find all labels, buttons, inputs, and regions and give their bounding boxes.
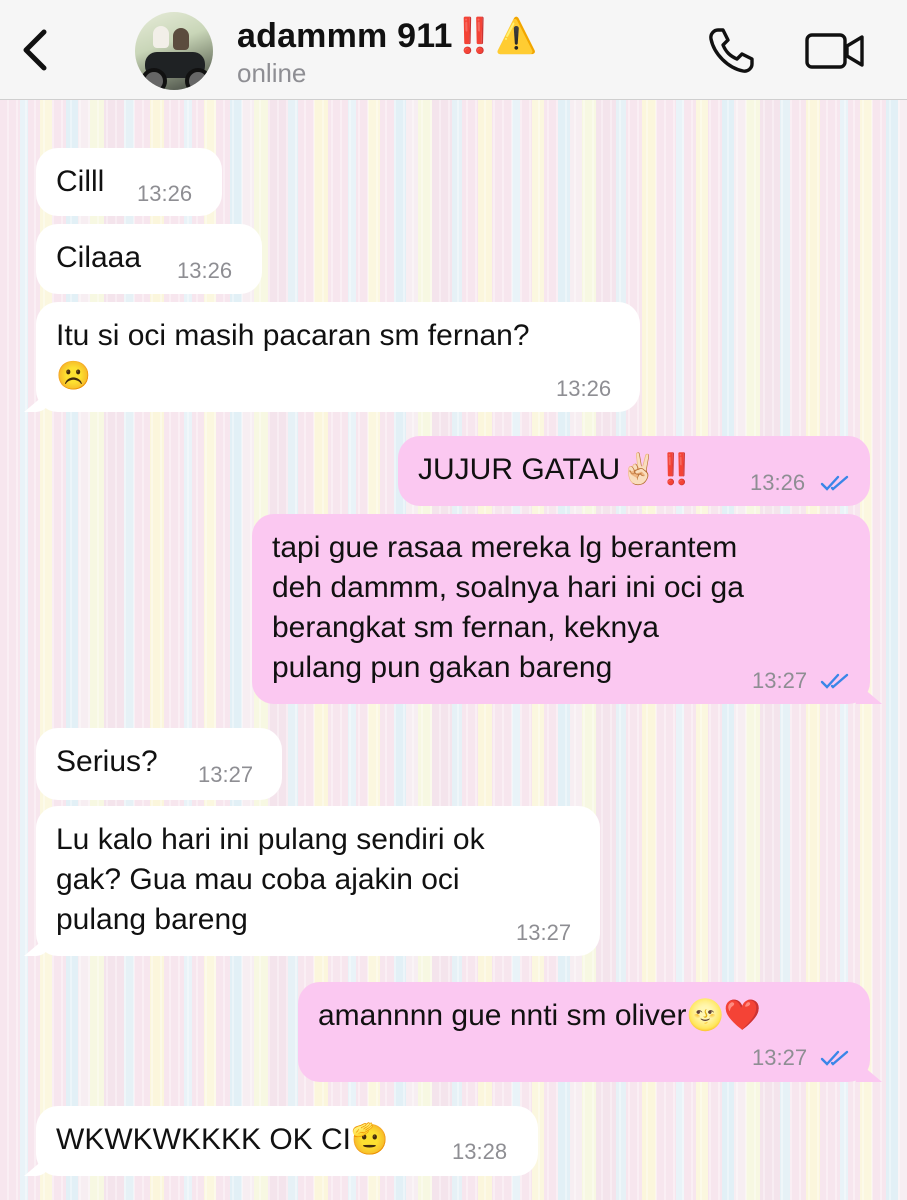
message-text: WKWKWKKKK OK CI🫡 (56, 1123, 389, 1156)
video-camera-icon[interactable] (804, 30, 866, 72)
message-time: 13:27 (516, 920, 572, 945)
message-text: Cilaaa (56, 241, 142, 274)
contact-status: online (237, 58, 307, 88)
message-text-line: berangkat sm fernan, keknya (272, 611, 659, 644)
message-time: 13:27 (752, 1045, 808, 1070)
message-text-line: tapi gue rasaa mereka lg berantem (272, 531, 738, 564)
read-receipt-icon (820, 475, 849, 491)
message-text-line: Lu kalo hari ini pulang sendiri ok (56, 823, 485, 856)
read-receipt-icon (820, 1050, 849, 1066)
chat-header: adammm 911‼️⚠️ online (0, 0, 907, 100)
message-text: Itu si oci masih pacaran sm fernan? (56, 319, 530, 352)
message-time: 13:27 (198, 762, 254, 787)
message-text-line: gak? Gua mau coba ajakin oci (56, 863, 460, 896)
message-time: 13:26 (556, 376, 612, 401)
message-time: 13:28 (452, 1139, 508, 1164)
message-text: amannnn gue nnti sm oliver🌝❤️ (318, 999, 762, 1032)
phone-icon[interactable] (706, 26, 760, 76)
message-time: 13:26 (177, 258, 233, 283)
message-bubble-incoming[interactable]: Cilll (36, 148, 222, 216)
message-time: 13:26 (137, 181, 193, 206)
avatar[interactable] (135, 12, 213, 90)
message-text: Cilll (56, 165, 105, 198)
read-receipt-icon (820, 673, 849, 689)
message-text-line: deh dammm, soalnya hari ini oci ga (272, 571, 744, 604)
message-text: JUJUR GATAU✌🏻‼️ (418, 453, 695, 486)
message-bubble-incoming[interactable]: Itu si oci masih pacaran sm fernan? ☹️ (36, 302, 640, 412)
frowning-face-emoji: ☹️ (56, 360, 91, 391)
message-time: 13:27 (752, 668, 808, 693)
message-text: Serius? (56, 745, 158, 778)
message-time: 13:26 (750, 470, 806, 495)
contact-name[interactable]: adammm 911‼️⚠️ (237, 16, 538, 56)
back-chevron-icon[interactable] (18, 28, 52, 72)
message-text-line: pulang bareng (56, 903, 248, 936)
